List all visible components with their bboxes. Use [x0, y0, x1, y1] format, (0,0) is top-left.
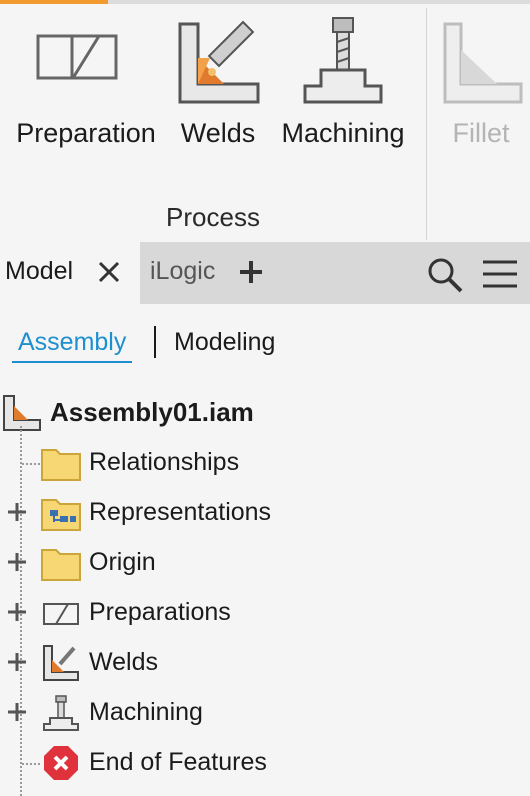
welds-button[interactable]: Welds — [172, 10, 264, 150]
model-browser-tree: Assembly01.iam Relationships Representat… — [0, 386, 530, 796]
assembly-icon — [3, 395, 41, 431]
expand-plus-icon[interactable] — [6, 601, 28, 623]
tree-node-relationships[interactable]: Relationships — [0, 438, 530, 488]
welds-icon — [178, 20, 260, 104]
subtab-modeling[interactable]: Modeling — [174, 328, 275, 357]
tree-node-label: Welds — [89, 648, 159, 676]
folder-icon — [41, 549, 81, 581]
end-of-features-icon — [44, 746, 78, 780]
machining-label: Machining — [281, 118, 405, 148]
tree-root[interactable]: Assembly01.iam — [0, 386, 530, 436]
expand-plus-icon[interactable] — [6, 701, 28, 723]
machining-icon — [303, 17, 383, 104]
tree-node-representations[interactable]: Representations — [0, 488, 530, 538]
welds-label: Welds — [180, 118, 256, 148]
hamburger-menu-icon[interactable] — [481, 258, 519, 290]
tab-ilogic[interactable]: iLogic — [150, 257, 215, 286]
panel-title-process: Process — [166, 202, 260, 232]
tree-node-welds[interactable]: Welds — [0, 638, 530, 688]
ribbon-separator — [426, 8, 427, 240]
fillet-icon — [443, 22, 523, 104]
expand-plus-icon[interactable] — [6, 551, 28, 573]
representations-folder-icon — [41, 499, 81, 531]
tree-node-label: Origin — [89, 548, 156, 576]
tree-node-label: Relationships — [89, 448, 240, 476]
tree-node-label: Preparations — [89, 598, 231, 626]
tree-branch-line — [22, 463, 40, 465]
tree-node-label: End of Features — [89, 748, 267, 776]
preparation-icon — [43, 603, 79, 625]
expand-plus-icon[interactable] — [6, 651, 28, 673]
welds-icon — [43, 645, 79, 681]
subtab-divider — [154, 326, 156, 358]
close-icon[interactable] — [96, 259, 122, 285]
machining-button[interactable]: Machining — [270, 10, 416, 150]
tree-branch-line — [22, 763, 40, 765]
folder-icon — [41, 449, 81, 481]
tree-node-label: Representations — [89, 498, 272, 526]
browser-subtabs: Assembly Modeling — [0, 320, 530, 370]
fillet-label: Fillet — [452, 118, 510, 148]
tree-node-label: Machining — [89, 698, 203, 726]
tree-root-label: Assembly01.iam — [50, 397, 254, 427]
add-tab-icon[interactable] — [238, 259, 264, 285]
search-icon[interactable] — [426, 256, 464, 294]
preparation-icon — [36, 34, 118, 80]
tree-node-origin[interactable]: Origin — [0, 538, 530, 588]
machining-icon — [43, 695, 79, 731]
fillet-button[interactable]: Fillet — [432, 10, 530, 150]
tab-model[interactable]: Model — [0, 242, 140, 304]
tab-model-label: Model — [5, 257, 74, 285]
tree-node-end-of-features[interactable]: End of Features — [0, 738, 530, 788]
tree-node-machining[interactable]: Machining — [0, 688, 530, 738]
expand-plus-icon[interactable] — [6, 501, 28, 523]
preparation-button[interactable]: Preparation — [6, 10, 166, 150]
tree-node-preparations[interactable]: Preparations — [0, 588, 530, 638]
subtab-assembly[interactable]: Assembly — [12, 328, 133, 363]
ribbon-panel: Preparation Welds Machining Fillet Proce… — [0, 4, 530, 242]
preparation-label: Preparation — [16, 118, 156, 148]
browser-tab-bar: Model iLogic — [0, 242, 530, 304]
